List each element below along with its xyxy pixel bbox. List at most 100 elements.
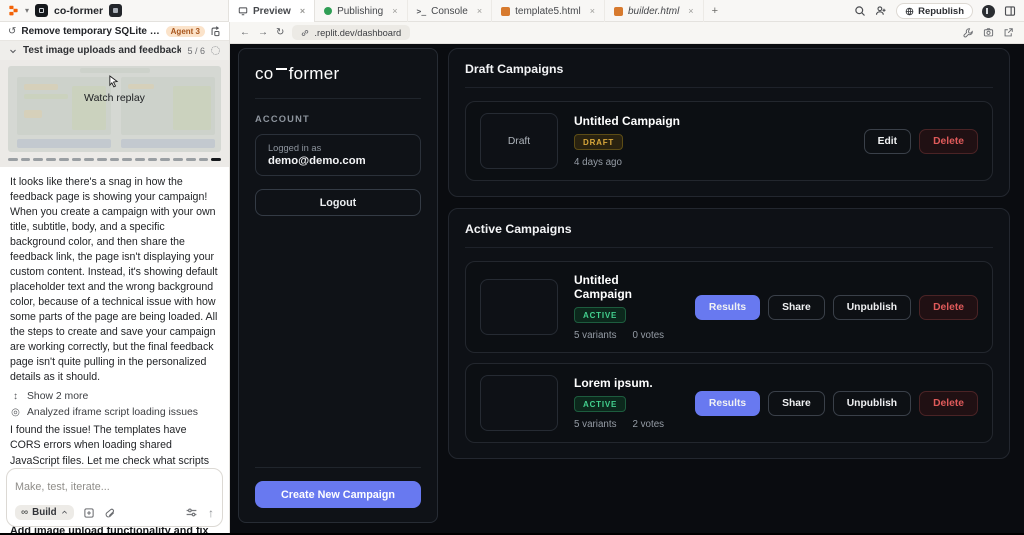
preview-url-bar: ← → ↻ .replit.dev/dashboard [230,22,1024,44]
replay-progress-segment[interactable] [211,158,221,161]
tab-label: Publishing [337,5,384,17]
show-more-button[interactable]: ↕ Show 2 more [0,387,229,403]
republish-button[interactable]: Republish [896,3,973,19]
layout-panels-icon[interactable] [1004,5,1016,17]
attachment-icon[interactable] [104,507,116,519]
history-icon[interactable]: ↺ [8,26,16,37]
analysis-icon: ◎ [11,407,20,419]
replay-progress-segment[interactable] [96,158,107,161]
campaign-age: 4 days ago [574,157,622,168]
chat-input-box: ∞ Build ↑ [6,468,223,527]
replit-logo-icon[interactable] [8,5,19,16]
build-mode-selector[interactable]: ∞ Build [15,505,74,520]
replay-progress-segment[interactable] [198,158,209,161]
delete-button[interactable]: Delete [919,128,978,154]
task-group-header[interactable]: Test image uploads and feedback display … [0,40,229,60]
campaign-card-active: Lorem ipsum. ACTIVE 5 variants 2 votes R… [465,363,993,443]
tab-builder[interactable]: builder.html × [605,0,704,22]
cursor-icon [109,75,119,88]
tab-publishing[interactable]: Publishing × [315,0,408,22]
tab-close-icon[interactable]: × [392,6,397,16]
show-more-label: Show 2 more [27,391,89,403]
reload-icon[interactable]: ↻ [276,27,284,38]
build-mode-icon: ∞ [21,507,29,518]
send-icon[interactable]: ↑ [208,506,214,520]
status-badge: DRAFT [574,134,624,150]
tab-close-icon[interactable]: × [590,6,595,16]
tab-console[interactable]: >_ Console × [408,0,493,22]
forward-icon[interactable]: → [258,27,268,38]
task-group-label: Test image uploads and feedback display [23,45,182,56]
new-tab-button[interactable]: + [704,0,726,22]
account-section-label: ACCOUNT [255,114,310,124]
tab-template5[interactable]: template5.html × [492,0,605,22]
login-info-box: Logged in as demo@demo.com [255,134,421,176]
link-icon [302,29,309,36]
chat-input[interactable] [15,481,214,493]
monitor-icon [238,7,248,16]
replay-progress-segment[interactable] [135,158,145,161]
back-icon[interactable]: ← [240,27,250,38]
analysis-summary[interactable]: ◎ Analyzed iframe script loading issues [0,403,229,419]
unpublish-button[interactable]: Unpublish [832,390,912,416]
invite-user-icon[interactable] [875,5,887,17]
replay-progress-segment[interactable] [185,158,196,161]
delete-button[interactable]: Delete [919,390,978,416]
publishing-icon [324,7,333,15]
unpublish-button[interactable]: Unpublish [832,294,912,320]
replay-progress-segment[interactable] [109,158,120,161]
logged-in-as-label: Logged in as [268,143,322,153]
settings-sliders-icon[interactable] [185,506,198,519]
preview-viewport: co former ACCOUNT Logged in as demo@demo.… [230,44,1024,533]
campaign-name: Untitled Campaign [574,273,633,301]
active-campaigns-section: Active Campaigns Untitled Campaign ACTIV… [448,208,1010,459]
replay-progress-segment[interactable] [20,158,31,161]
url-text: .replit.dev/dashboard [314,27,402,38]
watch-replay-label[interactable]: Watch replay [8,92,221,104]
tab-close-icon[interactable]: × [477,6,482,16]
replay-progress-segment[interactable] [173,158,183,161]
search-icon[interactable] [854,5,866,17]
workspace-menu-caret-icon[interactable]: ▾ [25,6,29,15]
tab-close-icon[interactable]: × [688,6,693,16]
replay-progress-segment[interactable] [8,158,18,161]
replay-progress-segment[interactable] [46,158,56,161]
replay-thumbnail[interactable]: Watch replay [8,66,221,152]
replay-progress-segment[interactable] [33,158,44,161]
deployment-status-icon[interactable] [982,4,995,18]
results-button[interactable]: Results [694,294,761,320]
results-button[interactable]: Results [694,390,761,416]
show-more-icon: ↕ [13,391,18,403]
task-progress: 5 / 6 [187,45,205,56]
tab-preview[interactable]: Preview × [228,0,316,22]
draft-campaigns-section: Draft Campaigns Draft Untitled Campaign … [448,48,1010,197]
tab-close-icon[interactable]: × [300,6,305,16]
campaign-card-active: Untitled Campaign ACTIVE 5 variants 0 vo… [465,261,993,353]
screenshot-icon[interactable] [983,27,994,38]
replay-progress-segment[interactable] [84,158,94,161]
delete-button[interactable]: Delete [919,294,978,320]
votes-count: 0 votes [632,330,665,341]
open-external-icon[interactable] [1003,27,1014,38]
tab-label: builder.html [627,5,680,17]
html-file-icon [501,6,511,16]
logout-button[interactable]: Logout [255,189,421,216]
notes-icon[interactable] [83,507,95,519]
replay-progress-segment[interactable] [122,158,133,161]
share-button[interactable]: Share [768,294,825,320]
logo-former: former [288,64,340,83]
devtools-wrench-icon[interactable] [963,27,974,38]
app-icon [35,4,49,17]
stop-app-button[interactable] [109,4,123,17]
replay-progress-segment[interactable] [71,158,82,161]
fork-session-icon[interactable] [210,26,221,37]
variants-count: 5 variants [574,419,617,430]
replay-progress-segment[interactable] [58,158,69,161]
share-button[interactable]: Share [768,390,825,416]
create-campaign-button[interactable]: Create New Campaign [255,481,421,508]
app-sidebar-card: co former ACCOUNT Logged in as demo@demo.… [238,48,438,523]
replay-progress-segment[interactable] [147,158,158,161]
edit-button[interactable]: Edit [863,128,912,154]
url-field[interactable]: .replit.dev/dashboard [292,25,411,40]
replay-progress-segment[interactable] [160,158,171,161]
